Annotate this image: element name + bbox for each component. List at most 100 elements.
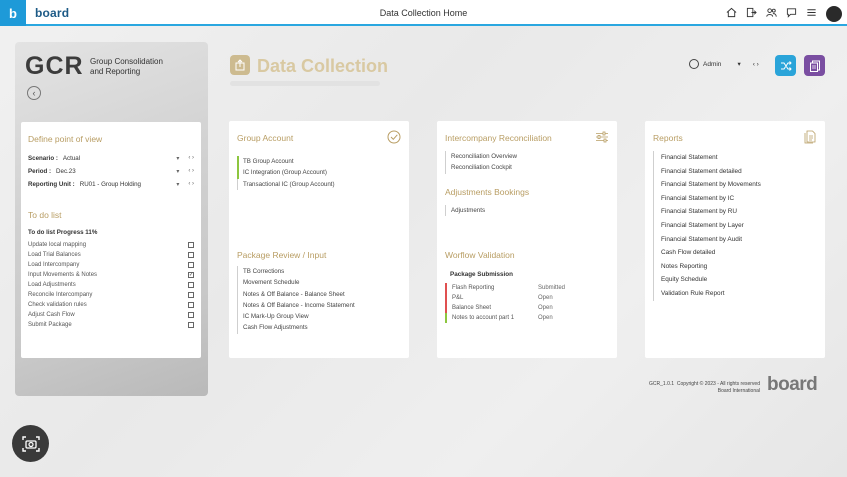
list-item: Load Trial Balances — [28, 250, 194, 260]
todo-checkbox[interactable] — [188, 322, 194, 328]
adjustments-title: Adjustments Bookings — [445, 187, 530, 197]
list-item: Reconcile Intercompany — [28, 290, 194, 300]
avatar[interactable] — [826, 6, 842, 22]
link-transactional-ic[interactable]: Transactional IC (Group Account) — [243, 179, 335, 190]
link-report[interactable]: Validation Rule Report — [661, 287, 761, 301]
link-movement-schedule[interactable]: Movement Schedule — [243, 277, 355, 288]
link-report[interactable]: Financial Statement detailed — [661, 165, 761, 179]
user-selector[interactable]: Admin ▾ ‹ › — [689, 59, 759, 69]
page-title: Data Collection Home — [379, 8, 468, 18]
nav-arrows-icon[interactable]: ‹ › — [188, 168, 194, 175]
todo-checkbox[interactable] — [188, 262, 194, 268]
list-item: Submit Package — [28, 320, 194, 330]
link-report[interactable]: Financial Statement by Movements — [661, 178, 761, 192]
todo-progress: To do list Progress 11% — [28, 229, 98, 236]
top-icons — [726, 5, 842, 23]
table-row[interactable]: Balance Sheet Open — [445, 303, 605, 313]
link-report[interactable]: Financial Statement — [661, 151, 761, 165]
pov-row-period[interactable]: Period : Dec.23 ▾ ‹ › — [28, 168, 194, 175]
shuffle-button[interactable] — [775, 55, 796, 76]
link-notes-balance-sheet[interactable]: Notes & Off Balance - Balance Sheet — [243, 289, 355, 300]
shuffle-icon — [780, 60, 792, 71]
users-icon[interactable] — [766, 5, 777, 23]
section-title: Data Collection — [257, 56, 389, 76]
chevron-down-icon[interactable]: ▾ — [176, 155, 179, 162]
card-title: Group Account — [237, 133, 294, 143]
workflow-name: P&L — [445, 293, 538, 303]
todo-label: Load Intercompany — [28, 262, 80, 268]
screenshot-button[interactable] — [12, 425, 49, 462]
list-item: Update local mapping — [28, 240, 194, 250]
camera-icon — [21, 435, 40, 452]
chat-icon[interactable] — [786, 5, 797, 23]
card-title: Reports — [653, 133, 683, 143]
chevron-down-icon[interactable]: ▾ — [176, 168, 179, 175]
back-button[interactable]: ‹ — [27, 86, 41, 100]
exit-icon[interactable] — [746, 5, 757, 23]
link-tb-group-account[interactable]: TB Group Account — [237, 156, 335, 168]
documents-button[interactable] — [804, 55, 825, 76]
upload-icon — [230, 55, 250, 75]
title-underline — [230, 81, 380, 86]
link-notes-income-statement[interactable]: Notes & Off Balance - Income Statement — [243, 300, 355, 311]
todo-checkbox[interactable] — [188, 282, 194, 288]
intercompany-card: Intercompany Reconciliation Reconciliati… — [437, 121, 617, 358]
link-tb-corrections[interactable]: TB Corrections — [243, 266, 355, 277]
adjustments-links: Adjustments — [445, 205, 485, 217]
link-report[interactable]: Financial Statement by RU — [661, 205, 761, 219]
pov-value: Actual — [62, 155, 81, 162]
nav-arrows-icon[interactable]: ‹ › — [753, 61, 759, 68]
link-cash-flow-adjustments[interactable]: Cash Flow Adjustments — [243, 322, 355, 333]
link-report[interactable]: Financial Statement by Layer — [661, 219, 761, 233]
reports-links: Financial Statement Financial Statement … — [653, 151, 761, 301]
link-ic-markup[interactable]: IC Mark-Up Group View — [243, 311, 355, 322]
sliders-icon — [596, 131, 608, 143]
footer-copyright: GCR_1.0.1 Copyright © 2023 - All rights … — [610, 381, 760, 395]
todo-label: Adjust Cash Flow — [28, 312, 75, 318]
todo-label: Submit Package — [28, 322, 72, 328]
menu-icon[interactable] — [806, 5, 817, 23]
todo-label: Update local mapping — [28, 242, 87, 248]
pov-row-scenario[interactable]: Scenario : Actual ▾ ‹ › — [28, 155, 194, 162]
nav-arrows-icon[interactable]: ‹ › — [188, 181, 194, 188]
table-row[interactable]: Flash Reporting Submitted — [445, 283, 605, 293]
workflow-name: Notes to account part 1 — [445, 313, 538, 323]
todo-checkbox[interactable] — [188, 292, 194, 298]
list-item: Adjust Cash Flow — [28, 310, 194, 320]
todo-label: Reconcile Intercompany — [28, 292, 93, 298]
link-report[interactable]: Equity Schedule — [661, 273, 761, 287]
todo-checkbox[interactable] — [188, 302, 194, 308]
gcr-subtitle-line1: Group Consolidation — [90, 57, 163, 66]
link-reconciliation-overview[interactable]: Reconciliation Overview — [451, 151, 517, 162]
todo-checkbox[interactable]: ✓ — [188, 272, 194, 278]
link-ic-integration[interactable]: IC Integration (Group Account) — [237, 167, 335, 179]
group-account-card: Group Account TB Group Account IC Integr… — [229, 121, 409, 358]
gcr-subtitle-line2: and Reporting — [90, 67, 141, 76]
link-adjustments[interactable]: Adjustments — [451, 205, 485, 216]
todo-checkbox[interactable] — [188, 252, 194, 258]
todo-checkbox[interactable] — [188, 312, 194, 318]
pov-title: Define point of view — [28, 134, 103, 144]
workflow-status: Submitted — [538, 285, 566, 291]
table-row[interactable]: P&L Open — [445, 293, 605, 303]
nav-arrows-icon[interactable]: ‹ › — [188, 155, 194, 162]
link-reconciliation-cockpit[interactable]: Reconciliation Cockpit — [451, 162, 517, 173]
link-report[interactable]: Financial Statement by IC — [661, 192, 761, 206]
link-report[interactable]: Cash Flow detailed — [661, 246, 761, 260]
board-logo: board — [767, 374, 818, 395]
copyright-text: Copyright © 2023 - All rights reserved — [676, 381, 760, 387]
chevron-left-icon: ‹ — [32, 88, 36, 98]
pov-row-reporting-unit[interactable]: Reporting Unit : RU01 - Group Holding ▾ … — [28, 181, 194, 188]
company-name: Board International — [717, 388, 760, 394]
pov-value: Dec.23 — [56, 168, 76, 175]
reconciliation-links: Reconciliation Overview Reconciliation C… — [445, 151, 517, 174]
chevron-down-icon[interactable]: ▾ — [737, 60, 740, 68]
todo-checkbox[interactable] — [188, 242, 194, 248]
todo-label: Load Adjustments — [28, 282, 76, 288]
home-icon[interactable] — [726, 5, 737, 23]
table-row[interactable]: Notes to account part 1 Open — [445, 313, 605, 323]
link-report[interactable]: Financial Statement by Audit — [661, 233, 761, 247]
list-item: Check validation rules — [28, 300, 194, 310]
chevron-down-icon[interactable]: ▾ — [176, 181, 179, 188]
link-report[interactable]: Notes Reporting — [661, 260, 761, 274]
